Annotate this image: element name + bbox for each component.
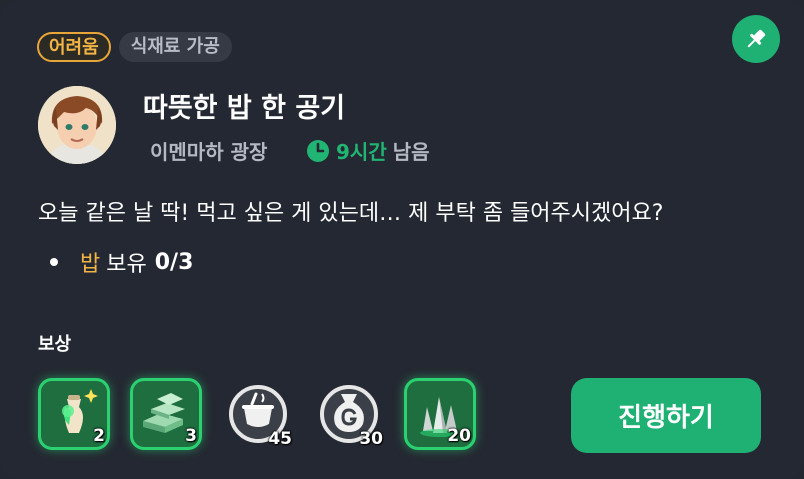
proceed-button[interactable]: 진행하기 xyxy=(571,378,761,453)
pin-button[interactable] xyxy=(732,15,780,63)
requirement-label: 보유 xyxy=(106,252,147,277)
reward-qty: 45 xyxy=(268,429,292,449)
quest-title: 따뜻한 밥 한 공기 xyxy=(143,93,346,124)
requirement-item: 밥 보유 0/3 xyxy=(50,246,193,278)
quest-location: 이멘마하 광장 xyxy=(150,140,268,164)
reward-slot[interactable]: 3 xyxy=(130,378,202,450)
requirement-count: 0/3 xyxy=(154,249,194,275)
reward-qty: 30 xyxy=(359,429,383,449)
reward-qty: 20 xyxy=(447,426,471,446)
reward-qty: 3 xyxy=(185,426,197,446)
reward-slot[interactable]: 2 xyxy=(38,378,110,450)
reward-qty: 2 xyxy=(93,426,105,446)
npc-avatar xyxy=(38,86,116,164)
time-suffix: 남음 xyxy=(392,140,430,164)
reward-slot[interactable]: 45 xyxy=(222,378,294,450)
requirement-name: 밥 xyxy=(80,252,101,277)
reward-slot[interactable]: 30 xyxy=(313,378,385,450)
time-remaining: 9시간 남음 xyxy=(306,136,430,165)
reward-slot[interactable]: 20 xyxy=(404,378,476,450)
pin-icon xyxy=(747,29,766,48)
rewards-label: 보상 xyxy=(38,334,72,355)
time-value: 9시간 xyxy=(336,140,387,164)
clock-icon xyxy=(307,139,329,162)
difficulty-badge: 어려움 xyxy=(37,32,111,62)
bullet-icon xyxy=(50,258,58,266)
quest-card: 어려움 식재료 가공 따뜻한 밥 한 공기 이멘마하 광장 9시간 남음 오늘 … xyxy=(0,0,804,479)
category-badge: 식재료 가공 xyxy=(118,32,232,62)
badge-row: 어려움 식재료 가공 xyxy=(37,32,232,62)
quest-description: 오늘 같은 날 딱! 먹고 싶은 게 있는데… 제 부탁 좀 들어주시겠어요? xyxy=(38,201,664,226)
